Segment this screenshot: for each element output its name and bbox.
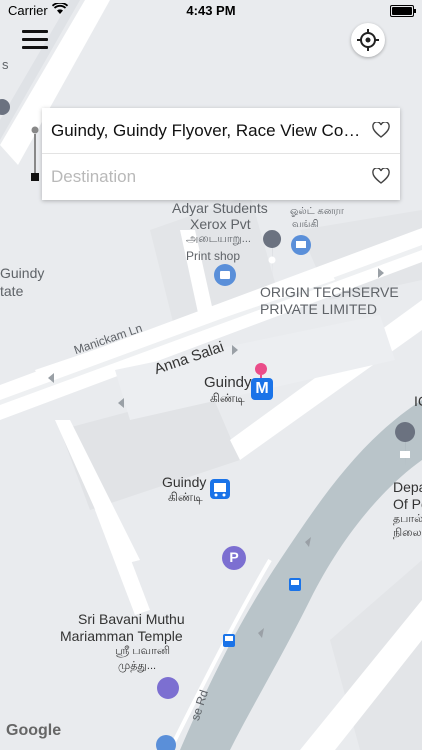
map-label-post: Depa — [393, 479, 422, 495]
map-label-top-fragment: s — [2, 57, 9, 72]
map-label-ic: IC — [414, 393, 422, 409]
map-label-adyar: Adyar Students — [172, 200, 268, 216]
parking-letter: P — [229, 549, 239, 565]
map-label-post: தபால் — [393, 513, 422, 525]
destination-field[interactable]: Destination — [51, 167, 361, 187]
map-label-bank: ஓல்ட் கனரா — [290, 206, 344, 217]
battery-icon — [390, 5, 416, 17]
map-label-origin: PRIVATE LIMITED — [260, 301, 377, 317]
menu-button[interactable] — [22, 30, 48, 50]
map-label-temple: Mariamman Temple — [60, 628, 183, 644]
crosshair-icon — [357, 29, 379, 51]
favorite-heart-icon[interactable] — [372, 168, 390, 184]
map-label-guindy-left: tate — [0, 283, 24, 299]
clock: 4:43 PM — [186, 3, 236, 18]
map-label-guindy-rail: Guindy — [162, 474, 207, 490]
map-label-adyar: அடையாறு... — [186, 233, 251, 245]
favorite-heart-icon[interactable] — [372, 122, 390, 138]
bank-icon[interactable] — [291, 235, 311, 255]
map-label-origin: ORIGIN TECHSERVE — [260, 284, 399, 300]
trip-search-card: Guindy, Guindy Flyover, Race View Col...… — [42, 108, 400, 200]
map-label-temple: ஸ்ரீ பவானி — [115, 645, 170, 657]
map-label-post: Of Po — [393, 496, 422, 512]
map-label-guindy-rail: கிண்டி — [168, 490, 203, 504]
map-label-bank: வங்கி — [292, 219, 319, 230]
map-label-guindy-metro: கிண்டி — [210, 391, 245, 405]
map-label-adyar: Print shop — [186, 249, 241, 263]
map-label-adyar: Xerox Pvt — [190, 216, 251, 232]
map-label-temple: Sri Bavani Muthu — [78, 611, 185, 627]
my-location-button[interactable] — [351, 23, 385, 57]
hamburger-icon — [22, 30, 48, 33]
origin-field[interactable]: Guindy, Guindy Flyover, Race View Col... — [51, 121, 361, 141]
destination-row[interactable]: Destination — [42, 154, 400, 199]
route-indicator — [31, 126, 39, 181]
map-label-post: நிலை — [393, 527, 422, 539]
map-label-guindy-left: Guindy — [0, 265, 45, 281]
map-label-guindy-metro: Guindy — [204, 374, 252, 391]
temple-icon[interactable] — [157, 677, 179, 699]
rail-station-icon[interactable] — [210, 479, 230, 499]
hamburger-icon — [22, 46, 48, 49]
metro-letter: M — [255, 380, 269, 397]
status-bar: Carrier 4:43 PM — [0, 0, 422, 22]
bus-stop-icon[interactable] — [289, 578, 301, 591]
google-logo: Google — [6, 722, 62, 739]
map-label-temple: முத்து... — [118, 660, 157, 672]
shopping-pin-icon[interactable] — [214, 264, 236, 286]
bus-stop-icon[interactable] — [223, 634, 235, 647]
origin-row[interactable]: Guindy, Guindy Flyover, Race View Col... — [42, 108, 400, 154]
hamburger-icon — [22, 38, 48, 41]
